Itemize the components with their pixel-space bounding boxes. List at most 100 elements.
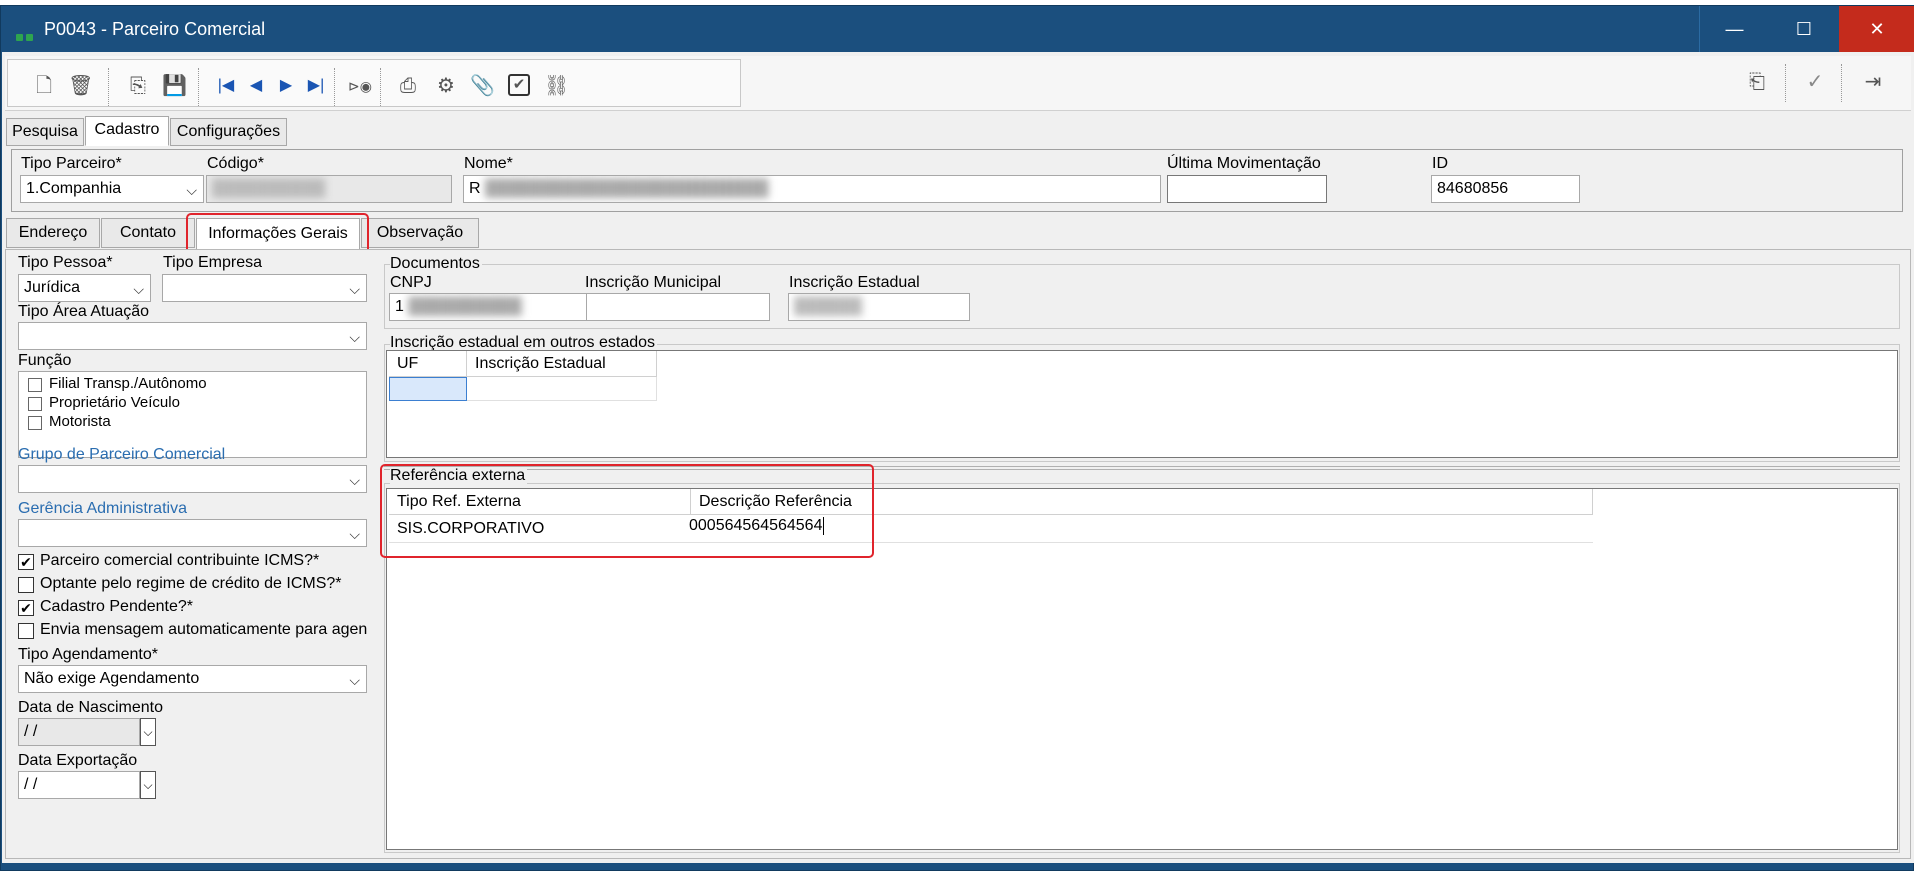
tipo-pessoa-select[interactable]: Jurídica ⌵: [18, 274, 151, 302]
data-nascimento-value: / /: [24, 723, 38, 740]
minimize-button[interactable]: —: [1699, 6, 1769, 52]
tab-pesquisa[interactable]: Pesquisa: [6, 118, 84, 146]
copy-icon[interactable]: ⎘: [126, 74, 150, 98]
client-area: 🗋 🗑 ⎘ 💾 |◀ ◀ ▶ ▶| ⊳◉ ⎙ ⚙ 📎 ✔ ⛓ ⎗ ✓ ⇥ Pes…: [2, 52, 1914, 863]
tipo-pessoa-label: Tipo Pessoa*: [18, 254, 113, 271]
tipo-empresa-select[interactable]: ⌵: [162, 274, 367, 302]
optante-credito-checkbox[interactable]: [18, 577, 34, 593]
last-record-icon[interactable]: ▶|: [304, 74, 328, 98]
data-nascimento-label: Data de Nascimento: [18, 699, 163, 716]
icms-contribuinte-label: Parceiro comercial contribuinte ICMS?*: [40, 552, 320, 569]
toolbar: 🗋 🗑 ⎘ 💾 |◀ ◀ ▶ ▶| ⊳◉ ⎙ ⚙ 📎 ✔ ⛓ ⎗ ✓ ⇥: [5, 56, 1911, 111]
funcao-checkbox[interactable]: [28, 378, 42, 392]
next-record-icon[interactable]: ▶: [274, 74, 298, 98]
id-field[interactable]: 84680856: [1431, 175, 1580, 203]
highlight-tab-box: [186, 213, 369, 254]
ultima-movimentacao-label: Última Movimentação: [1167, 155, 1321, 172]
chevron-down-icon: ⌵: [349, 281, 360, 297]
grid-cell-selected[interactable]: [389, 377, 467, 401]
inscricao-estadual-label: Inscrição Estadual: [789, 274, 920, 291]
nome-value: R: [469, 180, 481, 197]
envia-mensagem-checkbox[interactable]: [18, 623, 34, 639]
confirm-check-icon[interactable]: ✓: [1803, 70, 1827, 94]
inscricao-municipal-label: Inscrição Municipal: [585, 274, 722, 291]
toolbar-separator: [380, 68, 381, 106]
calendar-dropdown-icon[interactable]: ⌵: [140, 718, 156, 746]
tab-configuracoes[interactable]: Configurações: [170, 118, 287, 146]
cadastro-pendente-checkbox[interactable]: ✔: [18, 600, 34, 616]
checkbox-icon[interactable]: ✔: [508, 74, 530, 96]
inscricao-estadual-field[interactable]: ██████: [788, 293, 970, 321]
delete-icon[interactable]: 🗑: [68, 74, 93, 98]
settings-icon[interactable]: ⚙: [434, 74, 458, 98]
column-header-inscricao-estadual[interactable]: Inscrição Estadual: [467, 351, 657, 377]
grupo-parceiro-link[interactable]: Grupo de Parceiro Comercial: [18, 446, 225, 464]
tipo-parceiro-value: 1.Companhia: [26, 180, 122, 197]
grupo-parceiro-select[interactable]: ⌵: [18, 465, 367, 493]
funcao-checkbox[interactable]: [28, 416, 42, 430]
column-header-uf[interactable]: UF: [389, 351, 467, 377]
maximize-button[interactable]: ☐: [1769, 6, 1839, 52]
tab-contato[interactable]: Contato: [101, 218, 195, 248]
save-icon[interactable]: 💾: [162, 74, 187, 98]
cnpj-label: CNPJ: [390, 274, 432, 291]
toolbar-separator: [334, 68, 335, 106]
header-panel: Tipo Parceiro* 1.Companhia ⌵ Código* ███…: [11, 149, 1903, 212]
calendar-dropdown-icon[interactable]: ⌵: [140, 771, 156, 799]
nome-label: Nome*: [464, 155, 513, 172]
gerencia-administrativa-select[interactable]: ⌵: [18, 519, 367, 547]
tipo-area-select[interactable]: ⌵: [18, 322, 367, 350]
tipo-agendamento-value: Não exige Agendamento: [24, 670, 200, 687]
new-document-icon[interactable]: 🗋: [32, 74, 56, 98]
tab-cadastro[interactable]: Cadastro: [85, 116, 169, 146]
chevron-down-icon: ⌵: [349, 329, 360, 345]
app-window: P0043 - Parceiro Comercial — ☐ ✕ 🗋 🗑 ⎘ 💾…: [0, 5, 1914, 871]
chevron-down-icon: ⌵: [349, 472, 360, 488]
highlight-referencia-box: [380, 464, 874, 558]
attach-icon[interactable]: 📎: [470, 74, 495, 98]
id-label: ID: [1432, 155, 1448, 172]
funcao-item: Motorista: [49, 413, 111, 430]
funcao-item: Proprietário Veículo: [49, 394, 180, 411]
tipo-area-label: Tipo Área Atuação: [18, 303, 150, 320]
link-icon[interactable]: ⛓: [544, 74, 569, 98]
outros-estados-grid: UF Inscrição Estadual: [386, 350, 1898, 458]
gerencia-administrativa-link[interactable]: Gerência Administrativa: [18, 500, 187, 518]
codigo-field[interactable]: ██████████: [206, 175, 452, 203]
print-icon[interactable]: ⎙: [396, 74, 420, 98]
funcao-list: Filial Transp./Autônomo Proprietário Veí…: [18, 371, 367, 458]
funcao-checkbox[interactable]: [28, 397, 42, 411]
icms-contribuinte-checkbox[interactable]: ✔: [18, 554, 34, 570]
import-icon[interactable]: ⎗: [1745, 70, 1769, 94]
search-record-icon[interactable]: ⊳◉: [348, 74, 372, 98]
cnpj-field[interactable]: 1 ██████████: [389, 293, 587, 321]
ultima-movimentacao-field[interactable]: [1167, 175, 1327, 203]
envia-mensagem-label: Envia mensagem automaticamente para agen: [40, 621, 368, 638]
tipo-agendamento-label: Tipo Agendamento*: [18, 646, 158, 663]
tipo-pessoa-value: Jurídica: [24, 279, 81, 296]
tipo-agendamento-select[interactable]: Não exige Agendamento ⌵: [18, 665, 367, 693]
codigo-redacted: ██████████: [212, 180, 326, 197]
cnpj-value: 1: [395, 298, 404, 315]
inscricao-municipal-field[interactable]: [586, 293, 770, 321]
codigo-label: Código*: [207, 155, 264, 172]
inscricao-estadual-redacted: ██████: [794, 298, 863, 315]
chevron-down-icon: ⌵: [349, 672, 360, 688]
toolbar-main-group: 🗋 🗑 ⎘ 💾 |◀ ◀ ▶ ▶| ⊳◉ ⎙ ⚙ 📎 ✔ ⛓: [7, 59, 741, 107]
tab-observacao[interactable]: Observação: [361, 218, 479, 248]
tab-endereco[interactable]: Endereço: [6, 218, 100, 248]
nome-redacted: █████████████████████████: [485, 180, 769, 197]
cadastro-pendente-label: Cadastro Pendente?*: [40, 598, 193, 615]
prev-record-icon[interactable]: ◀: [244, 74, 268, 98]
data-exportacao-field[interactable]: / /: [18, 771, 140, 799]
funcao-label: Função: [18, 352, 72, 369]
tipo-parceiro-select[interactable]: 1.Companhia ⌵: [20, 175, 204, 203]
close-button[interactable]: ✕: [1839, 6, 1914, 52]
data-exportacao-label: Data Exportação: [18, 752, 138, 769]
tipo-empresa-label: Tipo Empresa: [163, 254, 262, 271]
first-record-icon[interactable]: |◀: [214, 74, 238, 98]
nome-field[interactable]: R █████████████████████████: [463, 175, 1161, 203]
exit-icon[interactable]: ⇥: [1861, 70, 1885, 94]
data-nascimento-field[interactable]: / /: [18, 718, 140, 746]
grid-cell[interactable]: [467, 377, 657, 401]
